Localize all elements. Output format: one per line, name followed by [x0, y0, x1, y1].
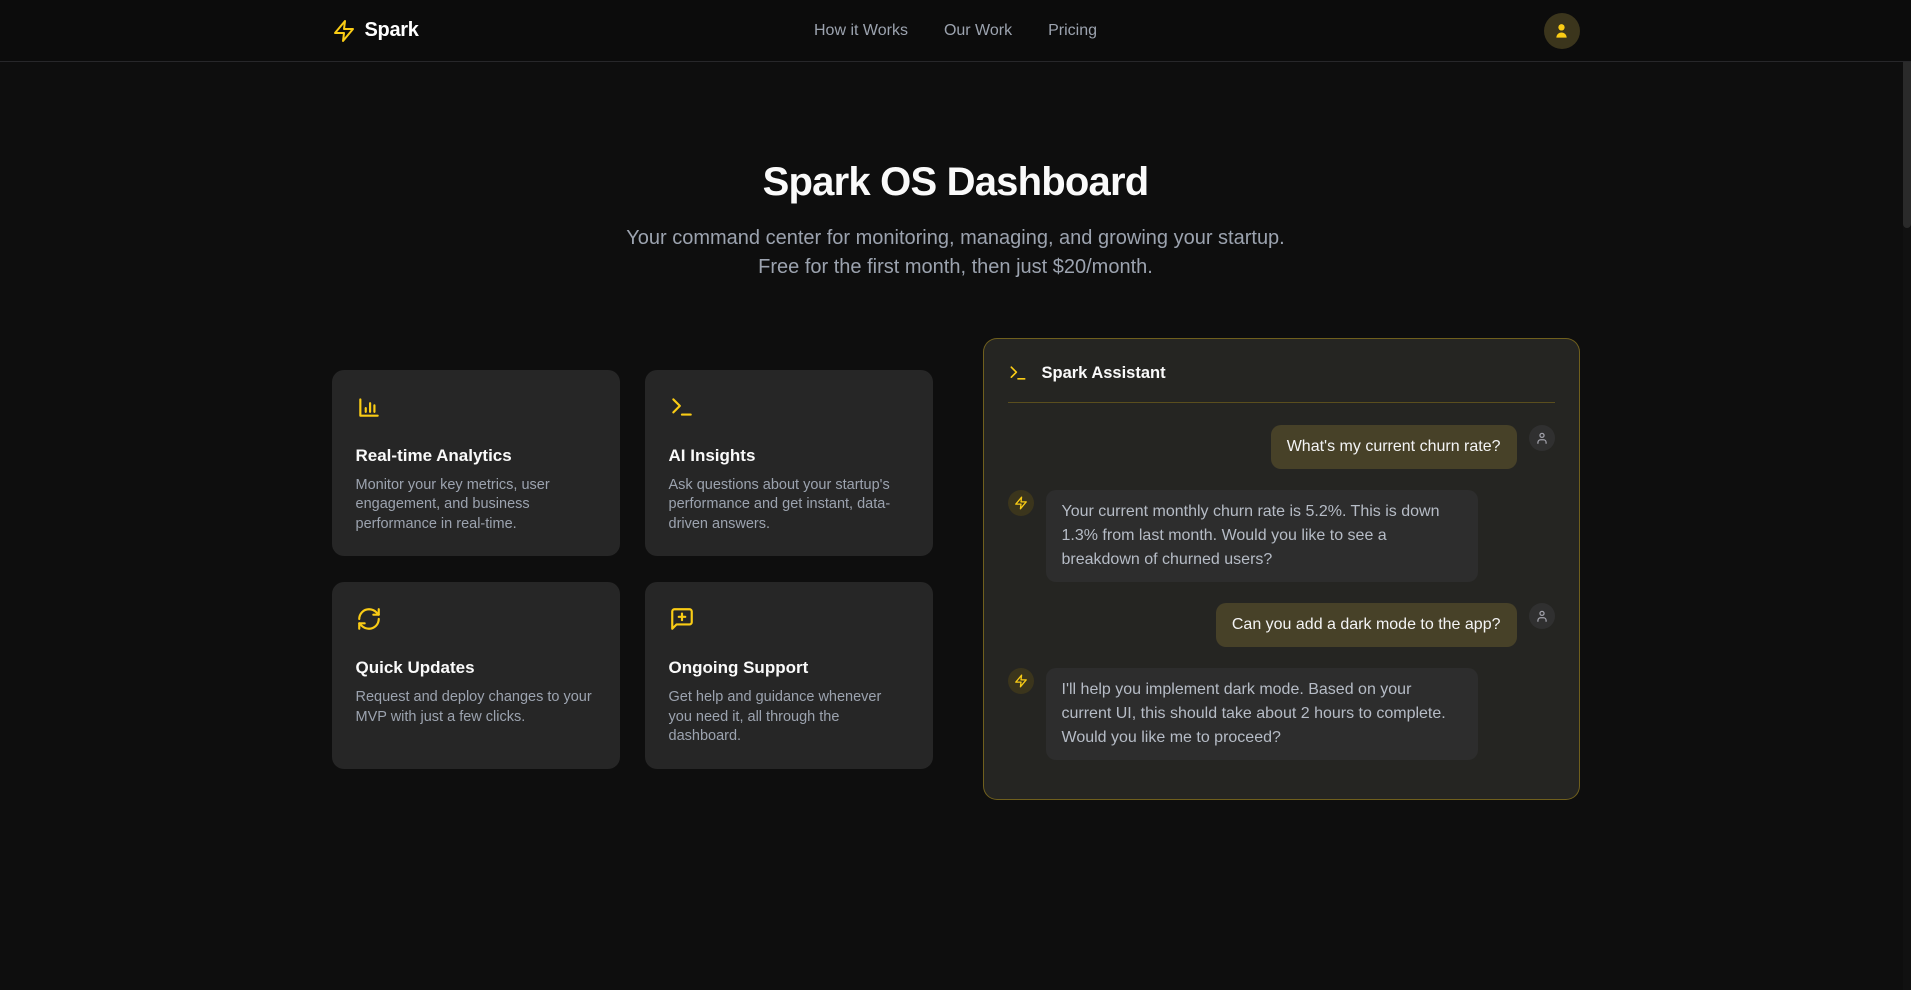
- feature-card-ongoing-support[interactable]: Ongoing Support Get help and guidance wh…: [645, 582, 933, 769]
- user-chat-avatar: [1529, 425, 1555, 451]
- page-title: Spark OS Dashboard: [0, 158, 1911, 206]
- card-title: Real-time Analytics: [356, 446, 596, 466]
- user-icon: [1535, 431, 1549, 445]
- assistant-chat-avatar: [1008, 490, 1034, 516]
- user-icon: [1552, 21, 1571, 40]
- nav-link-pricing[interactable]: Pricing: [1048, 22, 1097, 40]
- assistant-panel-header: Spark Assistant: [1008, 363, 1555, 402]
- card-description: Monitor your key metrics, user engagemen…: [356, 476, 596, 535]
- user-message-bubble: What's my current churn rate?: [1271, 425, 1517, 469]
- card-description: Ask questions about your startup's perfo…: [669, 476, 909, 535]
- chat-message-user: Can you add a dark mode to the app?: [1008, 603, 1555, 647]
- card-title: Quick Updates: [356, 658, 596, 678]
- nav-link-how-it-works[interactable]: How it Works: [814, 22, 908, 40]
- user-icon: [1535, 609, 1549, 623]
- spark-assistant-panel: Spark Assistant What's my current churn …: [983, 338, 1580, 800]
- hero-section: Spark OS Dashboard Your command center f…: [0, 62, 1911, 282]
- assistant-message-bubble: Your current monthly churn rate is 5.2%.…: [1046, 490, 1478, 582]
- nav-link-our-work[interactable]: Our Work: [944, 22, 1012, 40]
- assistant-panel-title: Spark Assistant: [1042, 364, 1166, 383]
- terminal-icon: [1008, 363, 1028, 383]
- chat-message-assistant: Your current monthly churn rate is 5.2%.…: [1008, 490, 1555, 582]
- card-description: Get help and guidance whenever you need …: [669, 688, 909, 747]
- card-title: AI Insights: [669, 446, 909, 466]
- brand-name: Spark: [365, 19, 419, 42]
- nav-container: Spark How it Works Our Work Pricing: [332, 0, 1580, 61]
- brand-logo[interactable]: Spark: [332, 19, 419, 43]
- feature-card-ai-insights[interactable]: AI Insights Ask questions about your sta…: [645, 370, 933, 557]
- user-chat-avatar: [1529, 603, 1555, 629]
- chat-messages: What's my current churn rate? Your curre…: [1008, 425, 1555, 760]
- top-nav: Spark How it Works Our Work Pricing: [0, 0, 1911, 62]
- message-square-plus-icon: [669, 606, 695, 632]
- bar-chart-icon: [356, 394, 382, 420]
- main-content: Real-time Analytics Monitor your key met…: [332, 338, 1580, 800]
- feature-card-quick-updates[interactable]: Quick Updates Request and deploy changes…: [332, 582, 620, 769]
- page-subtitle: Your command center for monitoring, mana…: [606, 224, 1306, 282]
- chat-message-assistant: I'll help you implement dark mode. Based…: [1008, 668, 1555, 760]
- card-description: Request and deploy changes to your MVP w…: [356, 688, 596, 727]
- zap-icon: [1014, 674, 1028, 688]
- zap-icon: [332, 19, 356, 43]
- nav-links: How it Works Our Work Pricing: [814, 22, 1097, 40]
- assistant-chat-avatar: [1008, 668, 1034, 694]
- feature-card-analytics[interactable]: Real-time Analytics Monitor your key met…: [332, 370, 620, 557]
- card-title: Ongoing Support: [669, 658, 909, 678]
- feature-cards-grid: Real-time Analytics Monitor your key met…: [332, 370, 933, 769]
- zap-icon: [1014, 496, 1028, 510]
- page-scrollbar-track[interactable]: [1903, 0, 1911, 990]
- assistant-message-bubble: I'll help you implement dark mode. Based…: [1046, 668, 1478, 760]
- user-avatar-button[interactable]: [1544, 13, 1580, 49]
- panel-divider: [1008, 402, 1555, 403]
- user-message-bubble: Can you add a dark mode to the app?: [1216, 603, 1517, 647]
- chat-message-user: What's my current churn rate?: [1008, 425, 1555, 469]
- refresh-icon: [356, 606, 382, 632]
- terminal-icon: [669, 394, 695, 420]
